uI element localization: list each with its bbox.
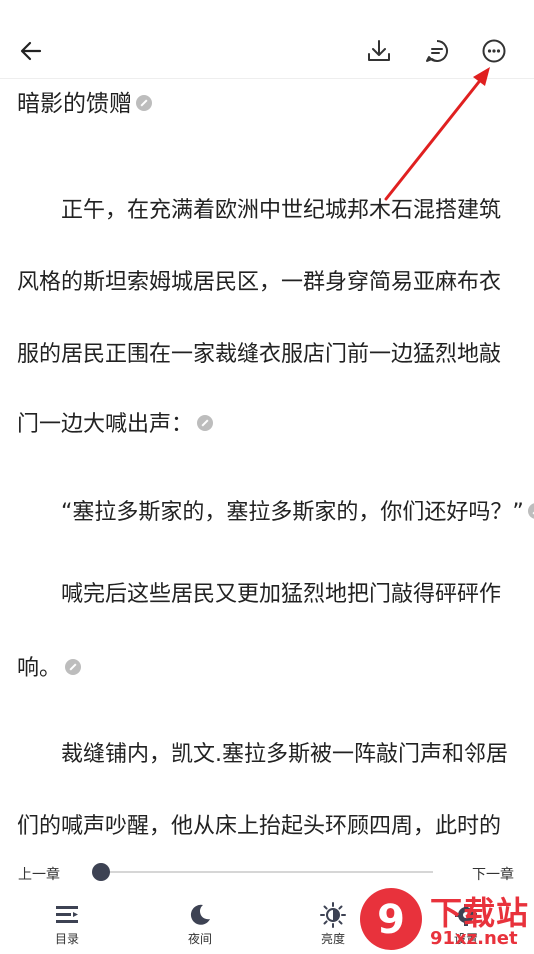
comment-icon (426, 40, 448, 62)
paragraph-line: 喊完后这些居民又更加猛烈地把门敲得砰砰作 (17, 582, 502, 607)
prev-chapter-button[interactable]: 上一章 (18, 864, 60, 884)
more-icon (482, 39, 506, 63)
back-button[interactable] (14, 34, 48, 68)
paragraph-line-text: “塞拉多斯家的，塞拉多斯家的，你们还好吗？” (17, 500, 524, 525)
site-watermark: 9 下载站 91xz.net (360, 888, 534, 950)
chapter-progress-handle[interactable] (92, 863, 110, 881)
arrow-left-icon (20, 41, 42, 61)
paragraph-line: “塞拉多斯家的，塞拉多斯家的，你们还好吗？” (17, 494, 534, 526)
catalog-icon (56, 906, 78, 923)
paragraph-line-text: 门一边大喊出声： (17, 412, 194, 437)
watermark-badge: 9 (360, 888, 422, 950)
tab-brightness[interactable]: 亮度 (298, 902, 368, 948)
edit-note-icon[interactable] (65, 659, 82, 675)
paragraph-line: 正午，在充满着欧洲中世纪城邦木石混搭建筑 (17, 198, 502, 223)
tab-label: 亮度 (320, 932, 345, 946)
svg-text:9: 9 (377, 897, 405, 943)
edit-note-icon[interactable] (527, 503, 534, 519)
tab-label: 夜间 (187, 932, 212, 946)
paragraph-line: 服的居民正围在一家裁缝衣服店门前一边猛烈地敲 (17, 342, 502, 367)
paragraph-line: 们的喊声吵醒，他从床上抬起头环顾四周，此时的 (17, 814, 502, 839)
moon-icon (190, 904, 210, 925)
tab-label: 目录 (54, 932, 79, 946)
edit-note-icon[interactable] (197, 415, 214, 431)
download-icon (368, 40, 390, 61)
reading-content[interactable]: 暗影的馈赠 正午，在充满着欧洲中世纪城邦木石混搭建筑 风格的斯坦索姆城居民区，一… (0, 78, 534, 850)
paragraph-line: 响。 (17, 650, 82, 682)
paragraph-line: 门一边大喊出声： (17, 406, 214, 438)
comment-button[interactable] (420, 34, 454, 68)
paragraph-line-text: 响。 (17, 656, 62, 681)
edit-note-icon[interactable] (136, 94, 152, 111)
tab-catalog[interactable]: 目录 (32, 902, 102, 948)
tab-night[interactable]: 夜间 (165, 902, 235, 948)
brightness-icon (320, 902, 346, 928)
paragraph-line: 裁缝铺内，凯文.塞拉多斯被一阵敲门声和邻居 (17, 742, 508, 767)
paragraph-line: 风格的斯坦索姆城居民区，一群身穿简易亚麻布衣 (17, 270, 502, 295)
top-toolbar (0, 0, 534, 79)
next-chapter-button[interactable]: 下一章 (472, 864, 514, 884)
more-button[interactable] (477, 34, 511, 68)
watermark-url: 91xz.net (430, 928, 518, 949)
watermark-logo-icon: 9 (377, 897, 405, 943)
download-button[interactable] (362, 34, 396, 68)
chapter-title-text: 暗影的馈赠 (17, 91, 132, 117)
chapter-title: 暗影的馈赠 (17, 84, 152, 118)
chapter-progress-track[interactable] (101, 871, 433, 873)
